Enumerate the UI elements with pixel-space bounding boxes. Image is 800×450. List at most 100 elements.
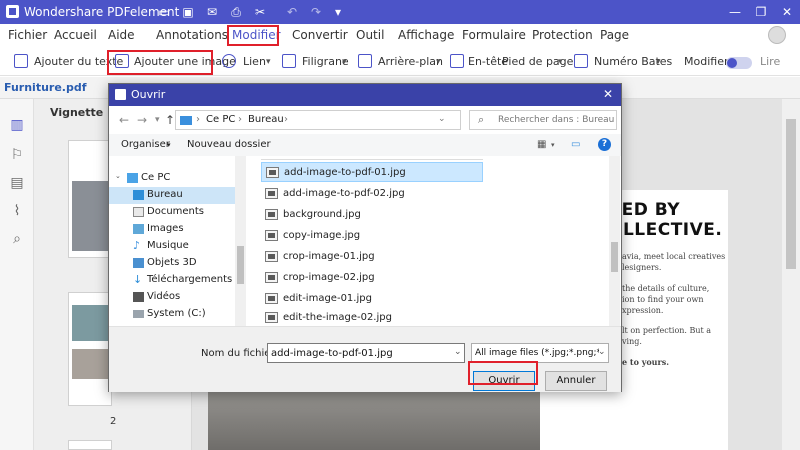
address-dropdown-icon[interactable]: ⌄: [438, 114, 446, 124]
menu-annotations[interactable]: Annotations: [156, 28, 228, 42]
scissors-icon[interactable]: ✂: [252, 4, 268, 20]
file-item[interactable]: add-image-to-pdf-02.jpg: [261, 184, 483, 204]
nav-item-telechargements[interactable]: ↓ Téléchargements: [109, 272, 235, 289]
breadcrumb-ce-pc[interactable]: Ce PC: [206, 114, 235, 125]
document-body-line: lt on perfection. But a: [622, 326, 712, 335]
bates-dropdown-icon[interactable]: ▾: [656, 57, 661, 67]
redo-icon[interactable]: ↷: [308, 4, 324, 20]
filename-dropdown-icon[interactable]: ⌄: [454, 347, 462, 357]
expand-arrow-icon[interactable]: ⌄: [115, 172, 121, 180]
user-avatar-icon[interactable]: [768, 26, 786, 44]
nav-item-musique[interactable]: ♪ Musique: [109, 238, 235, 255]
print-icon[interactable]: ⎙: [228, 4, 244, 20]
dialog-title-bar: Ouvrir ✕: [109, 84, 621, 106]
minimize-icon[interactable]: —: [722, 0, 748, 24]
menu-protection[interactable]: Protection: [532, 28, 593, 42]
breadcrumb-bureau[interactable]: Bureau: [248, 114, 284, 125]
open-folder-icon[interactable]: ▭: [156, 4, 172, 20]
file-type-dropdown-icon[interactable]: ⌄: [598, 347, 606, 357]
document-tab[interactable]: Furniture.pdf: [4, 81, 87, 94]
page-thumbnail-3[interactable]: [68, 440, 112, 450]
file-item[interactable]: add-image-to-pdf-01.jpg: [261, 162, 483, 182]
add-image-highlight-box: [107, 50, 213, 75]
file-item[interactable]: edit-image-01.jpg: [261, 289, 483, 309]
comment-icon[interactable]: ▤: [9, 175, 25, 191]
document-body-line: xpression.: [622, 306, 664, 315]
menu-formulaire[interactable]: Formulaire: [462, 28, 526, 42]
file-type-filter[interactable]: All image files (*.jpg;*.png;*.tif;* ⌄: [471, 343, 609, 363]
nav-item-label: Documents: [147, 206, 205, 217]
document-body-line: lesigners.: [622, 263, 662, 272]
page-thumbnail-2[interactable]: [68, 292, 112, 406]
forward-arrow-icon[interactable]: →: [137, 113, 147, 127]
view-options-icon[interactable]: ▦: [537, 139, 546, 150]
new-folder-button[interactable]: Nouveau dossier: [187, 139, 271, 150]
file-item[interactable]: edit-the-image-02.jpg: [261, 308, 483, 328]
dialog-close-icon[interactable]: ✕: [603, 87, 613, 101]
maximize-icon[interactable]: ❐: [748, 0, 774, 24]
search-icon[interactable]: ⌕: [9, 231, 25, 247]
nav-item-ce-pc[interactable]: ⌄ Ce PC: [109, 170, 235, 187]
link-icon: [222, 54, 236, 68]
organize-button[interactable]: Organiser: [121, 139, 170, 150]
menu-affichage[interactable]: Affichage: [398, 28, 454, 42]
navigation-pane-scrollbar[interactable]: [235, 156, 246, 326]
link-dropdown-icon[interactable]: ▾: [266, 57, 271, 67]
up-arrow-icon[interactable]: ↑: [165, 113, 175, 127]
view-options-dropdown-icon[interactable]: ▾: [551, 141, 555, 149]
header-footer-dropdown-icon[interactable]: ▾: [558, 57, 563, 67]
mail-icon[interactable]: ✉: [204, 4, 220, 20]
nav-item-documents[interactable]: Documents: [109, 204, 235, 221]
menu-bar: Fichier Accueil Aide Annotations Modifie…: [0, 24, 800, 48]
navigation-pane: ⌄ Ce PC Bureau Documents Images ♪ Musiqu…: [109, 156, 247, 326]
filename-input[interactable]: add-image-to-pdf-01.jpg ⌄: [267, 343, 465, 363]
file-item[interactable]: crop-image-01.jpg: [261, 247, 483, 267]
image-file-icon: [265, 312, 278, 323]
link-button[interactable]: Lien: [243, 55, 266, 68]
quick-access-dropdown-icon[interactable]: ▾: [330, 4, 346, 20]
nav-item-objets-3d[interactable]: Objets 3D: [109, 255, 235, 272]
file-list-scrollbar[interactable]: [609, 156, 620, 326]
nav-item-bureau[interactable]: Bureau: [109, 187, 235, 204]
file-item[interactable]: background.jpg: [261, 205, 483, 225]
file-item[interactable]: crop-image-02.jpg: [261, 268, 483, 288]
background-dropdown-icon[interactable]: ▾: [436, 57, 441, 67]
file-list-scrollbar-thumb[interactable]: [611, 242, 618, 272]
close-window-icon[interactable]: ✕: [774, 0, 800, 24]
menu-convertir[interactable]: Convertir: [292, 28, 348, 42]
edit-read-toggle[interactable]: [726, 57, 752, 69]
thumbnails-icon[interactable]: ▥: [9, 117, 25, 133]
nav-item-images[interactable]: Images: [109, 221, 235, 238]
page-thumbnail-1[interactable]: [68, 140, 112, 258]
back-arrow-icon[interactable]: ←: [119, 113, 129, 127]
organize-dropdown-icon[interactable]: ▾: [167, 141, 171, 149]
nav-item-videos[interactable]: Vidéos: [109, 289, 235, 306]
document-scrollbar-thumb[interactable]: [786, 119, 796, 269]
background-button[interactable]: Arrière-plan: [378, 55, 443, 68]
attachment-icon[interactable]: ⌇: [9, 203, 25, 219]
nav-item-label: Objets 3D: [147, 257, 197, 268]
preview-pane-icon[interactable]: ▭: [571, 139, 580, 150]
nav-item-label: System (C:): [147, 308, 206, 319]
search-box[interactable]: ⌕ Rechercher dans : Bureau: [469, 110, 617, 130]
recent-locations-icon[interactable]: ▾: [155, 115, 160, 125]
watermark-dropdown-icon[interactable]: ▾: [342, 57, 347, 67]
nav-item-label: Musique: [147, 240, 189, 251]
read-mode-label: Lire: [760, 55, 781, 68]
navigation-pane-scrollbar-thumb[interactable]: [237, 246, 244, 284]
menu-fichier[interactable]: Fichier: [8, 28, 47, 42]
nav-item-label: Ce PC: [141, 172, 171, 183]
menu-accueil[interactable]: Accueil: [54, 28, 97, 42]
save-icon[interactable]: ▣: [180, 4, 196, 20]
help-icon[interactable]: ?: [598, 138, 611, 151]
bookmark-icon[interactable]: ⚐: [9, 147, 25, 163]
menu-page[interactable]: Page: [600, 28, 629, 42]
menu-aide[interactable]: Aide: [108, 28, 135, 42]
file-item[interactable]: copy-image.jpg: [261, 226, 483, 246]
address-bar[interactable]: › Ce PC › Bureau › ⌄ ↻: [175, 110, 519, 130]
menu-outil[interactable]: Outil: [356, 28, 384, 42]
document-scrollbar[interactable]: [782, 99, 800, 450]
undo-icon[interactable]: ↶: [284, 4, 300, 20]
cancel-button[interactable]: Annuler: [545, 371, 607, 391]
nav-item-system-c[interactable]: System (C:): [109, 306, 235, 323]
